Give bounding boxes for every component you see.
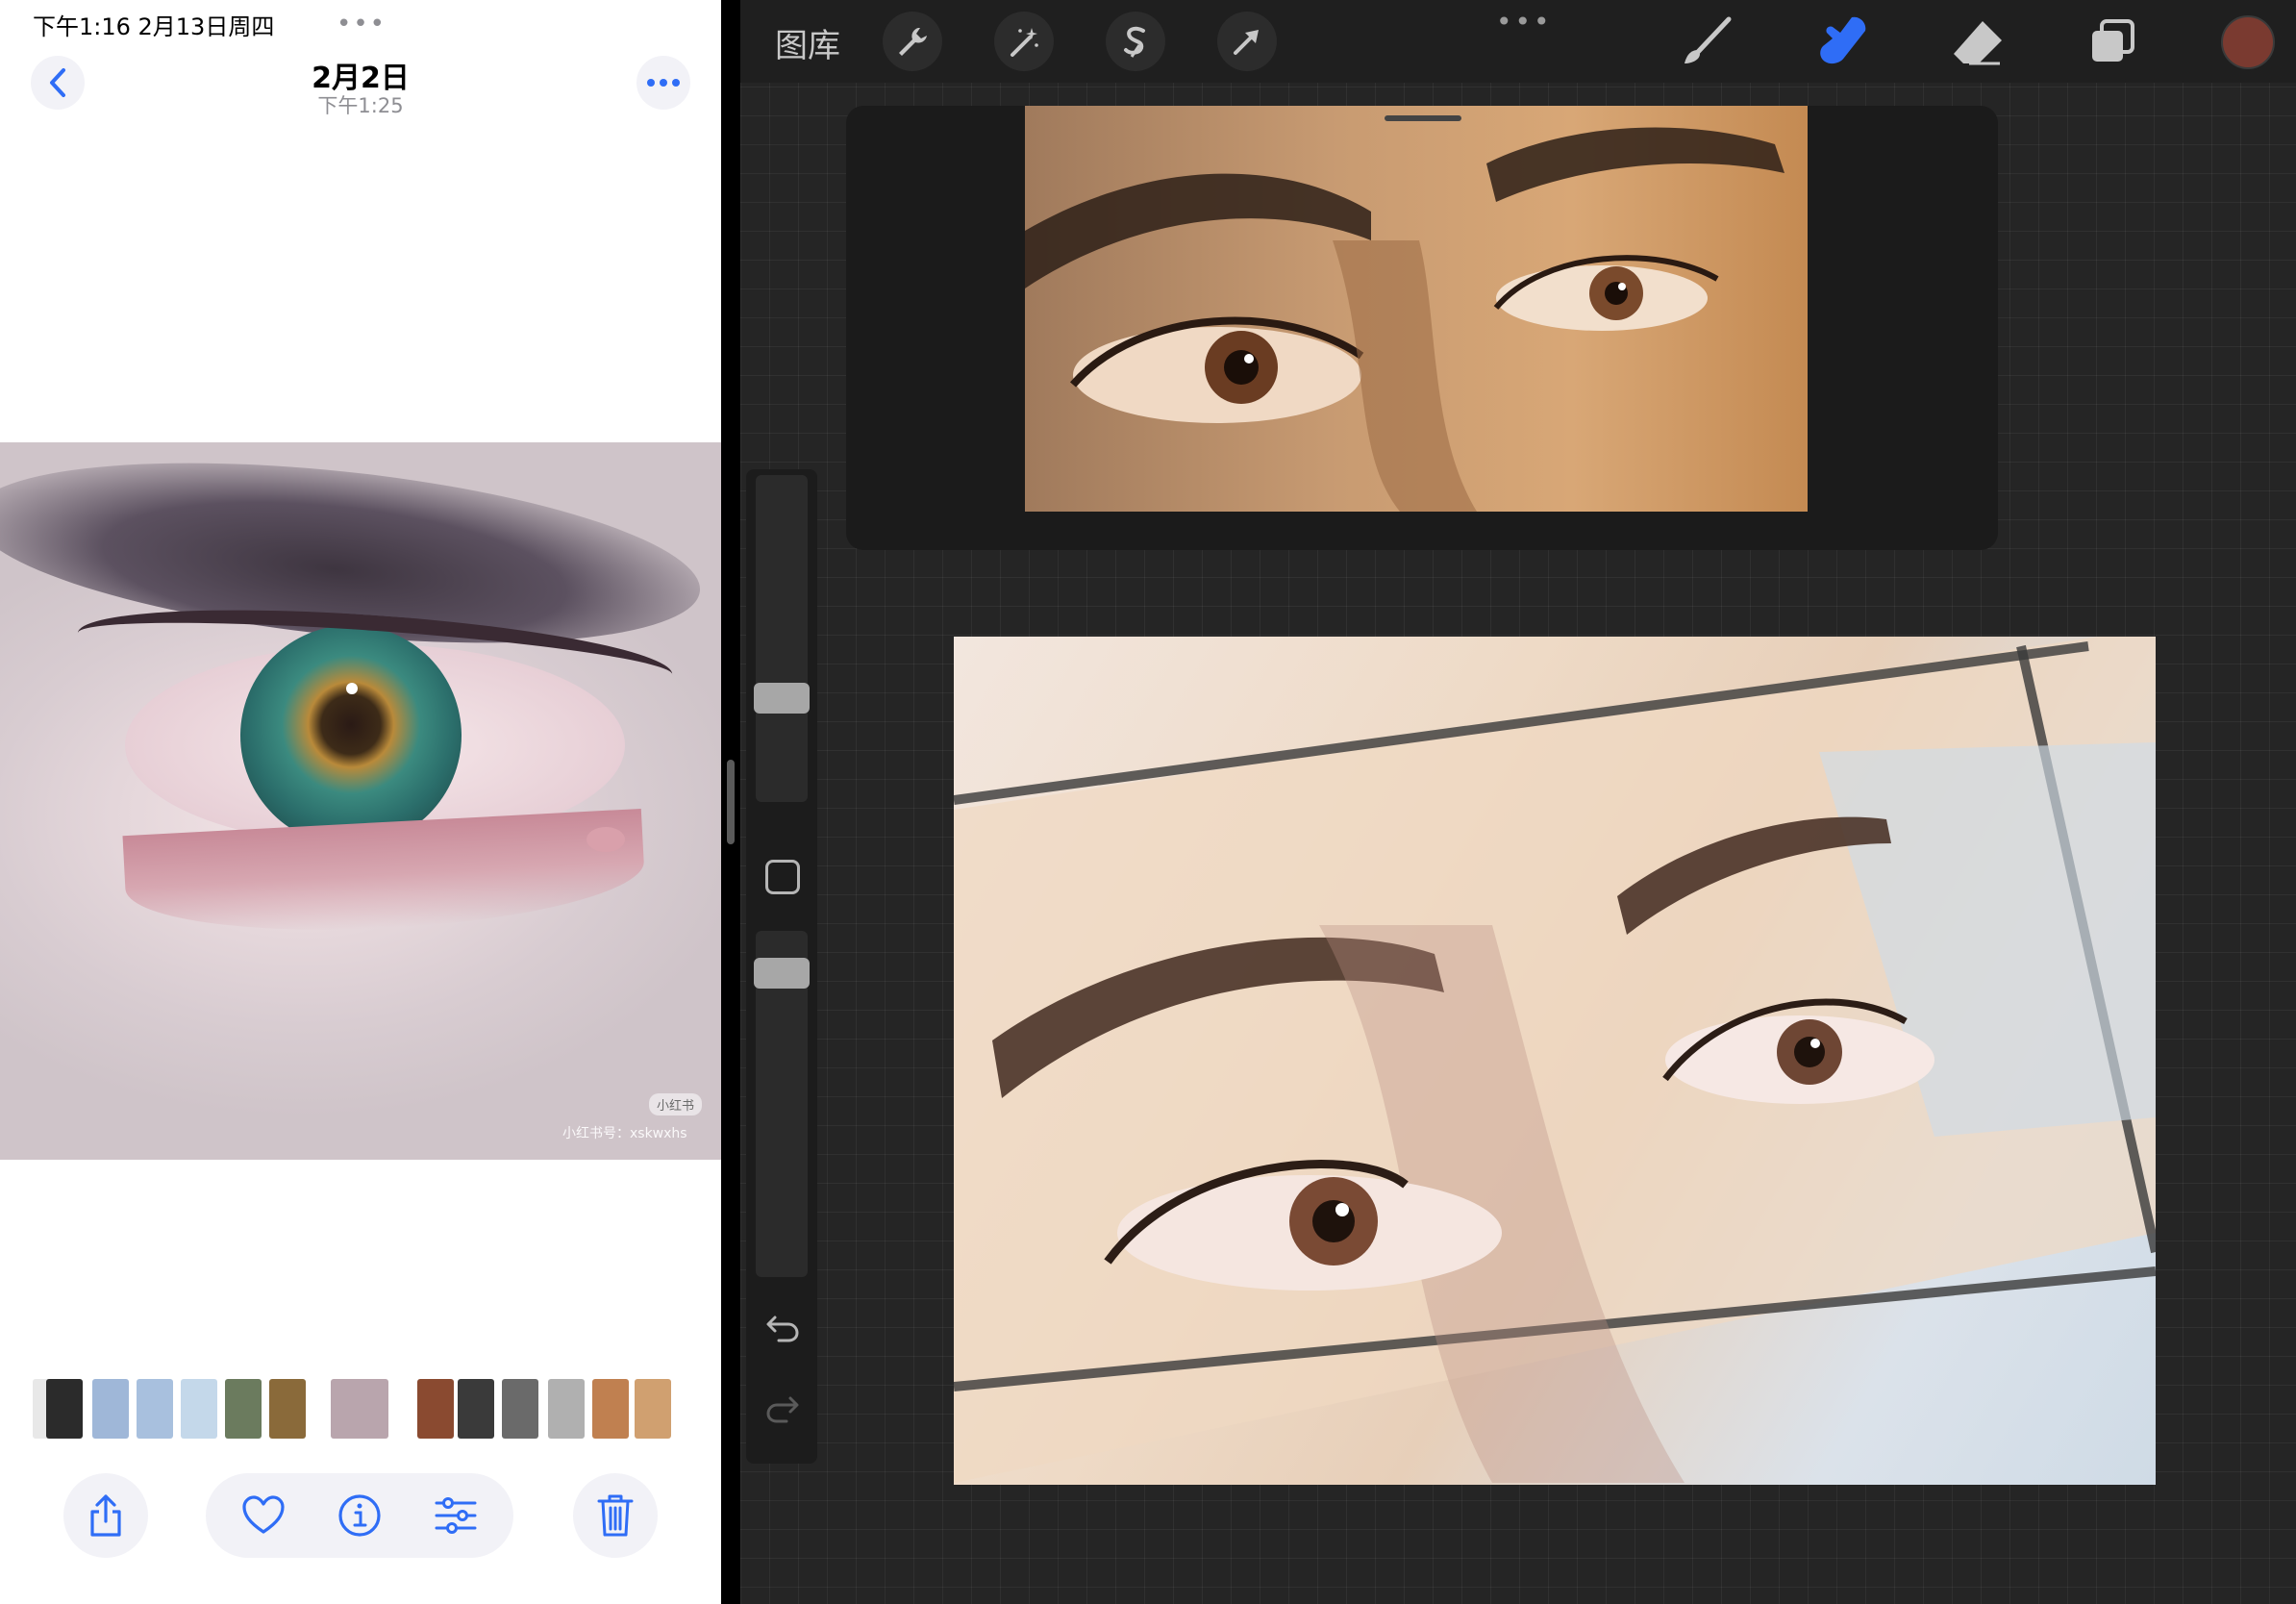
thumbnail-item[interactable] bbox=[331, 1379, 388, 1439]
redo-icon[interactable] bbox=[765, 1394, 800, 1423]
thumbnail-strip[interactable] bbox=[33, 1379, 696, 1439]
transform-button[interactable] bbox=[1217, 12, 1277, 71]
wrench-icon bbox=[899, 28, 927, 56]
gallery-button[interactable]: 图库 bbox=[775, 19, 840, 66]
smudge-finger-icon bbox=[1820, 16, 1866, 64]
tear-duct-shape bbox=[586, 827, 625, 852]
ellipsis-icon bbox=[647, 79, 680, 87]
modify-button[interactable] bbox=[765, 860, 800, 894]
thumbnail-item[interactable] bbox=[181, 1379, 217, 1439]
arrow-cursor-icon bbox=[1234, 30, 1259, 55]
color-picker-button[interactable] bbox=[2221, 15, 2275, 69]
canvas-painting-drawing bbox=[954, 637, 2156, 1483]
thumbnail-item[interactable] bbox=[225, 1379, 262, 1439]
smudge-tool-button[interactable] bbox=[1813, 13, 1873, 69]
selection-button[interactable] bbox=[1106, 12, 1165, 71]
sliders-icon bbox=[435, 1497, 477, 1534]
selection-s-icon bbox=[1124, 26, 1145, 58]
brush-tool-button[interactable] bbox=[1677, 13, 1736, 69]
heart-icon bbox=[242, 1495, 285, 1534]
thumbnail-item[interactable] bbox=[635, 1379, 671, 1439]
thumbnail-item[interactable] bbox=[46, 1379, 83, 1439]
paintbrush-icon bbox=[1685, 16, 1732, 63]
procreate-toolbar: 图库 ••• bbox=[740, 0, 2296, 83]
thumbnail-item[interactable] bbox=[502, 1379, 538, 1439]
reference-grabber[interactable] bbox=[1385, 115, 1461, 121]
trash-icon bbox=[597, 1494, 634, 1537]
sidebar-controls bbox=[746, 469, 817, 1464]
actions-button[interactable] bbox=[883, 12, 942, 71]
thumbnail-item[interactable] bbox=[137, 1379, 173, 1439]
favorite-button[interactable] bbox=[235, 1487, 292, 1544]
split-view-screen: 下午1:16 2月13日周四 ••• 2月2日 下午1:25 小红书 小红书号：… bbox=[0, 0, 2296, 1604]
info-button[interactable] bbox=[331, 1487, 388, 1544]
watermark-badge: 小红书 bbox=[649, 1093, 703, 1115]
opacity-knob[interactable] bbox=[754, 958, 810, 989]
eraser-tool-button[interactable] bbox=[1948, 13, 2008, 69]
photo-time-subtitle: 下午1:25 bbox=[317, 94, 404, 117]
lower-lid-shape bbox=[122, 808, 647, 942]
reference-photo-drawing bbox=[1025, 127, 1784, 512]
watermark-text: 小红书号：xskwxhs bbox=[562, 1126, 687, 1141]
thumbnail-item[interactable] bbox=[269, 1379, 306, 1439]
share-icon bbox=[90, 1494, 121, 1537]
info-icon bbox=[338, 1494, 381, 1537]
reference-window[interactable] bbox=[846, 106, 1998, 550]
more-button[interactable] bbox=[636, 56, 690, 110]
magic-wand-icon bbox=[1011, 28, 1038, 57]
status-time-date: 下午1:16 2月13日周四 bbox=[33, 13, 275, 40]
edit-adjust-button[interactable] bbox=[427, 1487, 485, 1544]
layers-icon bbox=[2092, 19, 2134, 62]
procreate-multitasking-dots[interactable]: ••• bbox=[1496, 6, 1553, 38]
thumbnail-item[interactable] bbox=[92, 1379, 129, 1439]
photos-app-pane: 下午1:16 2月13日周四 ••• 2月2日 下午1:25 小红书 小红书号：… bbox=[0, 0, 721, 1604]
undo-icon[interactable] bbox=[765, 1314, 800, 1342]
thumbnail-item[interactable] bbox=[548, 1379, 585, 1439]
adjustments-button[interactable] bbox=[994, 12, 1054, 71]
painting-canvas[interactable] bbox=[954, 637, 2156, 1485]
procreate-app-pane: 图库 ••• bbox=[740, 0, 2296, 1604]
split-view-handle[interactable] bbox=[727, 760, 735, 844]
brush-size-slider[interactable] bbox=[756, 475, 808, 802]
multitasking-dots[interactable]: ••• bbox=[337, 10, 387, 38]
delete-button[interactable] bbox=[573, 1473, 658, 1558]
layers-button[interactable] bbox=[2083, 13, 2142, 69]
eraser-icon bbox=[1954, 21, 2002, 65]
photo-actions-group bbox=[206, 1473, 513, 1558]
thumbnail-item[interactable] bbox=[458, 1379, 494, 1439]
thumbnail-item[interactable] bbox=[417, 1379, 454, 1439]
eye-painting-photo[interactable]: 小红书 小红书号：xskwxhs bbox=[0, 442, 721, 1160]
reference-photo bbox=[1025, 106, 1808, 512]
brush-size-knob[interactable] bbox=[754, 683, 810, 714]
thumbnail-item[interactable] bbox=[592, 1379, 629, 1439]
share-button[interactable] bbox=[63, 1473, 148, 1558]
